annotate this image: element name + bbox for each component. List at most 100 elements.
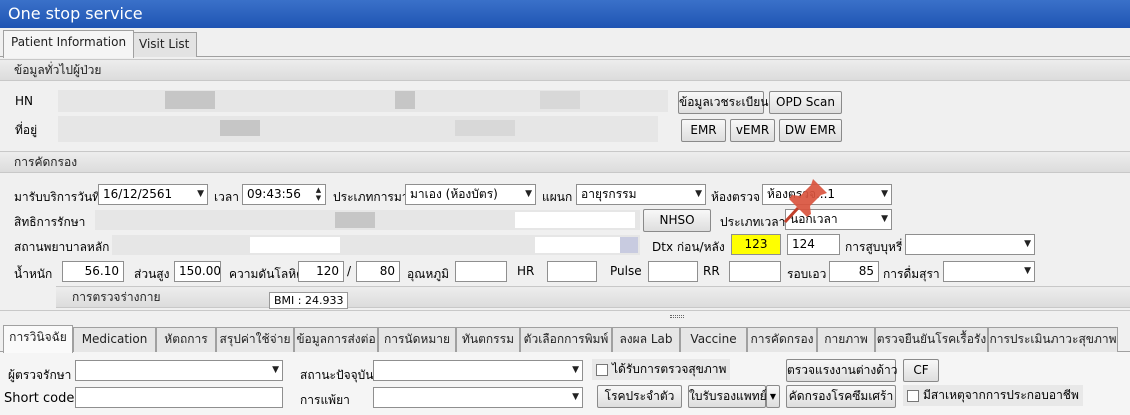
redacted-block (165, 91, 215, 109)
dtx-before-field[interactable]: 123 (731, 234, 781, 255)
visit-time-value: 09:43:56 (247, 187, 301, 201)
occupational-checkbox[interactable]: มีสาเหตุจากการประกอบอาชีพ (903, 385, 1083, 406)
window-title: One stop service (0, 0, 1130, 28)
chevron-down-icon: ▼ (572, 365, 579, 375)
general-info-header: ข้อมูลทั่วไปผู้ป่วย (0, 59, 1130, 81)
visit-date-value: 16/12/2561 (103, 187, 173, 201)
tab-health-assessment[interactable]: การประเมินภาวะสุขภาพ (988, 327, 1118, 352)
tab-medication[interactable]: Medication (73, 327, 156, 352)
grip-icon (670, 315, 684, 318)
dw-emr-button[interactable]: DW EMR (779, 119, 842, 142)
occupational-label: มีสาเหตุจากการประกอบอาชีพ (923, 388, 1079, 402)
time-type-label: ประเภทเวลา (720, 215, 786, 229)
department-value: อายุรกรรม (581, 187, 637, 201)
tab-print-options[interactable]: ตัวเลือกการพิมพ์ (520, 327, 612, 352)
height-label: ส่วนสูง (134, 267, 170, 281)
visit-date-field[interactable]: 16/12/2561 ▼ (98, 184, 208, 205)
top-tab-bar: Patient Information Visit List (0, 28, 1130, 58)
medical-certificate-button[interactable]: ใบรับรองแพทย์ (688, 385, 767, 408)
tab-vaccine[interactable]: Vaccine (680, 327, 747, 352)
visit-type-label: ประเภทการมา (333, 190, 409, 204)
rr-label: RR (703, 264, 720, 278)
tab-expense-summary[interactable]: สรุปค่าใช้จ่าย (216, 327, 294, 352)
pin-icon (780, 176, 830, 226)
registration-button[interactable]: ข้อมูลเวชระเบียน (678, 91, 769, 114)
hr-field[interactable] (547, 261, 597, 282)
redacted-block (620, 237, 638, 253)
visit-time-field[interactable]: 09:43:56 ▲ ▼ (242, 184, 326, 205)
main-hospital-label: สถานพยาบาลหลัก (14, 240, 110, 254)
smoking-select[interactable]: ▼ (905, 234, 1035, 255)
chevron-down-icon: ▼ (695, 189, 702, 199)
tab-screening[interactable]: การคัดกรอง (747, 327, 817, 352)
certificate-dropdown-button[interactable]: ▼ (766, 385, 780, 408)
rr-field[interactable] (729, 261, 781, 282)
tab-patient-information[interactable]: Patient Information (3, 30, 135, 58)
tab-physiotherapy[interactable]: กายภาพ (817, 327, 875, 352)
tab-diagnosis[interactable]: การวินิจฉัย (3, 325, 73, 353)
tab-visit-list[interactable]: Visit List (131, 32, 198, 57)
chevron-down-icon: ▼ (572, 392, 579, 402)
chevron-down-icon: ▼ (197, 189, 204, 199)
height-field[interactable]: 150.00 (174, 261, 221, 282)
vemr-button[interactable]: vEMR (730, 119, 775, 142)
redacted-block (395, 91, 415, 109)
redacted-block (515, 212, 635, 228)
splitter-bar[interactable] (0, 310, 1130, 322)
visit-type-value: มาเอง (ห้องบัตร) (410, 187, 498, 201)
redacted-block (335, 212, 375, 228)
spinner-icon[interactable]: ▲ ▼ (313, 186, 324, 203)
bottom-tab-bar: การวินิจฉัย Medication หัตถการ สรุปค่าใช… (0, 324, 1130, 353)
chevron-down-icon: ▼ (272, 365, 279, 375)
tab-chronic-confirm[interactable]: ตรวจยืนยันโรคเรื้อรัง (875, 327, 988, 352)
checkbox-icon[interactable] (907, 389, 919, 402)
waist-field[interactable]: 85 (829, 261, 879, 282)
date-label: มารับบริการวันที่ (14, 190, 101, 204)
department-select[interactable]: อายุรกรรม ▼ (576, 184, 706, 205)
room-label: ห้องตรวจ (711, 190, 760, 204)
smoking-label: การสูบบุหรี่ (845, 240, 903, 254)
bp-diastolic-field[interactable]: 80 (356, 261, 400, 282)
checkbox-icon[interactable] (596, 363, 608, 376)
tab-procedure[interactable]: หัตถการ (156, 327, 216, 352)
health-check-checkbox[interactable]: ได้รับการตรวจสุขภาพ (592, 359, 731, 380)
address-redacted (58, 116, 658, 142)
cf-button[interactable]: CF (903, 359, 939, 382)
redacted-block (540, 91, 580, 109)
foreign-worker-button[interactable]: ตรวจแรงงานต่างด้าว (786, 359, 898, 382)
emr-button[interactable]: EMR (681, 119, 726, 142)
allergy-select[interactable]: ▼ (373, 387, 583, 408)
dtx-after-field[interactable]: 124 (787, 234, 840, 255)
chronic-disease-button[interactable]: โรคประจำตัว (597, 385, 682, 408)
short-code-input[interactable] (75, 387, 283, 408)
visit-type-select[interactable]: มาเอง (ห้องบัตร) ▼ (405, 184, 536, 205)
tab-lab-result[interactable]: ลงผล Lab (612, 327, 680, 352)
temperature-label: อุณหภูมิ (407, 267, 450, 281)
chevron-down-icon: ▼ (1024, 266, 1031, 276)
chevron-down-icon: ▼ (1024, 239, 1031, 249)
weight-field[interactable]: 56.10 (62, 261, 124, 282)
temperature-field[interactable] (455, 261, 507, 282)
chevron-down-icon: ▼ (525, 189, 532, 199)
redacted-block (535, 237, 620, 253)
department-label: แผนก (542, 190, 573, 204)
pulse-field[interactable] (648, 261, 698, 282)
depression-screening-button[interactable]: คัดกรองโรคซึมเศร้า (786, 385, 896, 408)
alcohol-select[interactable]: ▼ (943, 261, 1035, 282)
status-label: สถานะปัจจุบัน (300, 368, 374, 382)
status-select[interactable]: ▼ (373, 360, 583, 381)
tab-referral[interactable]: ข้อมูลการส่งต่อ (294, 327, 378, 352)
opd-scan-button[interactable]: OPD Scan (769, 91, 842, 114)
redacted-block (220, 120, 260, 136)
tab-dental[interactable]: ทันตกรรม (456, 327, 520, 352)
address-label: ที่อยู่ (15, 123, 38, 137)
bp-slash: / (347, 264, 352, 278)
nhso-button[interactable]: NHSO (643, 209, 711, 232)
bp-systolic-field[interactable]: 120 (298, 261, 344, 282)
tab-appointment[interactable]: การนัดหมาย (378, 327, 456, 352)
chevron-down-icon: ▼ (769, 392, 777, 401)
dtx-label: Dtx ก่อน/หลัง (652, 240, 725, 254)
doctor-select[interactable]: ▼ (75, 360, 283, 381)
chevron-down-icon: ▼ (881, 214, 888, 224)
bp-label: ความดันโลหิต (229, 267, 304, 281)
